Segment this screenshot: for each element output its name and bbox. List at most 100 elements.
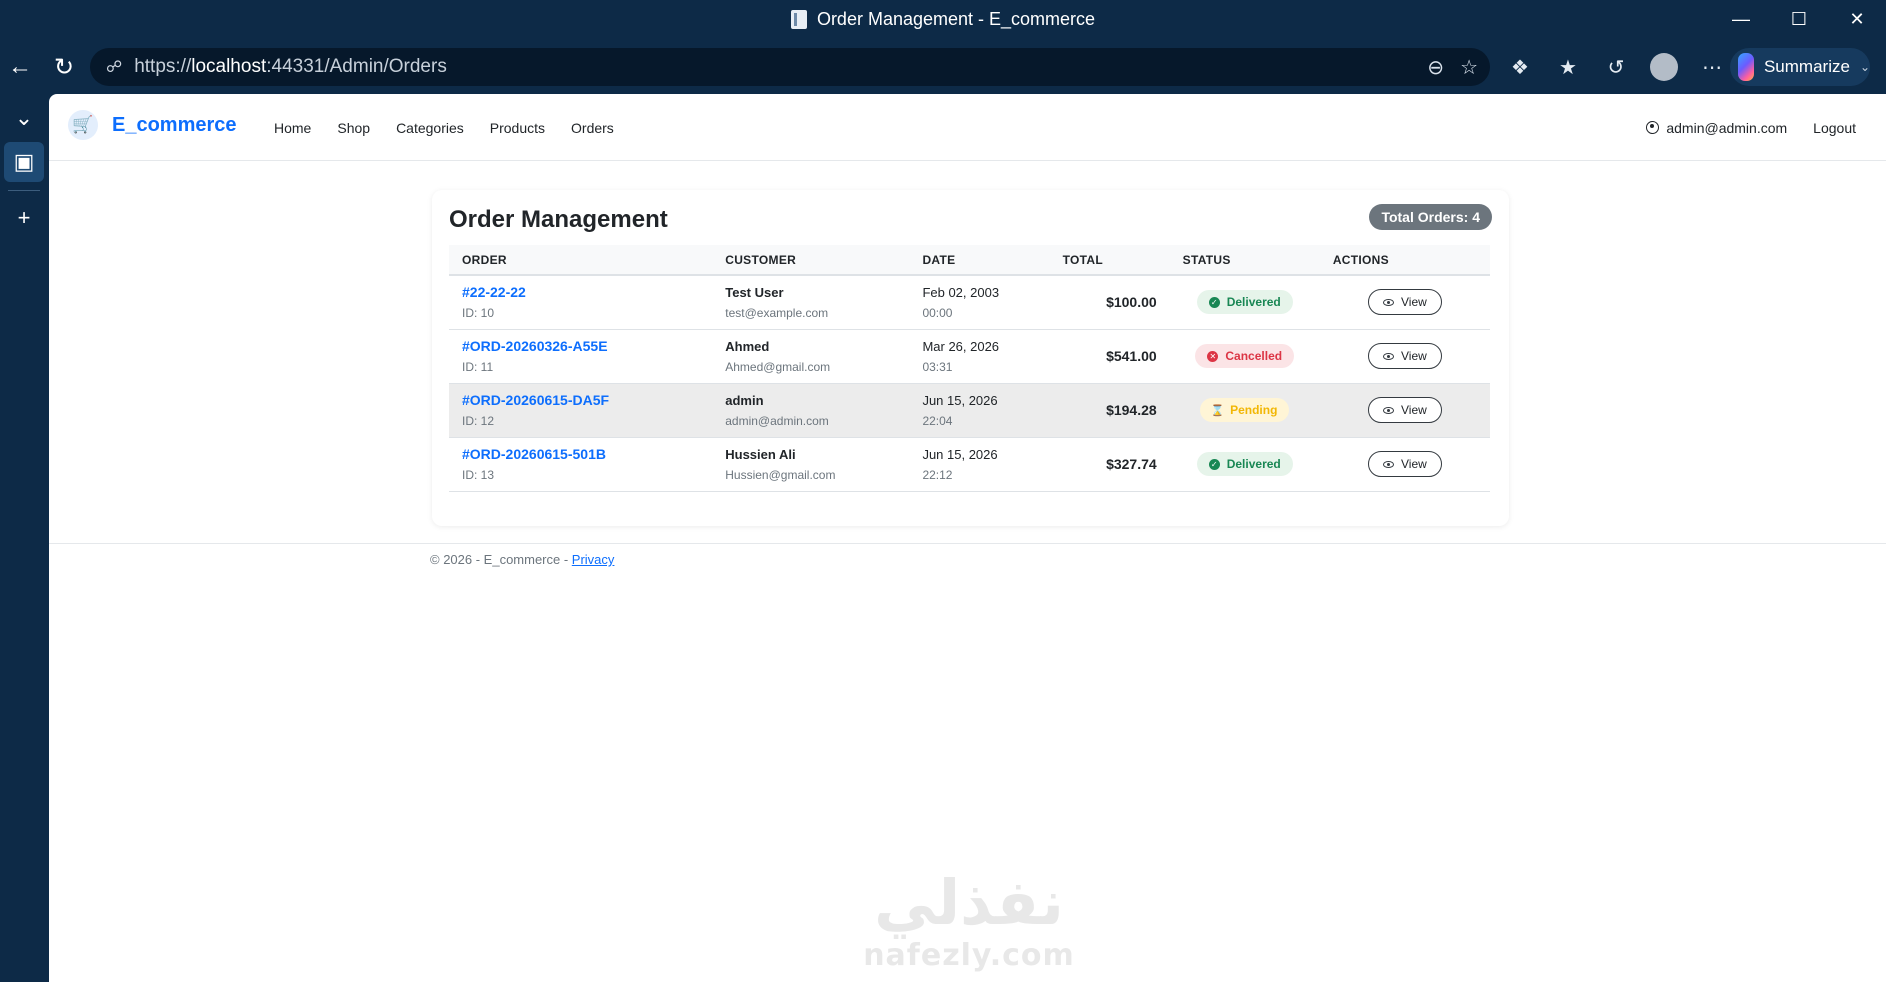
order-id: ID: 10	[462, 306, 495, 321]
order-date: Jun 15, 2026	[922, 446, 998, 462]
table-row: #ORD-20260615-501B ID: 13 Hussien Ali Huss…	[449, 437, 1490, 492]
brand-link[interactable]: 🛒 E_commerce	[68, 110, 237, 140]
more-icon[interactable]: ⋯	[1692, 47, 1732, 87]
nav-shop[interactable]: Shop	[337, 120, 370, 136]
nav-products[interactable]: Products	[490, 120, 545, 136]
new-tab-icon[interactable]: +	[4, 198, 44, 238]
view-button[interactable]: View	[1368, 397, 1442, 423]
order-number-link[interactable]: #ORD-20260615-501B	[462, 446, 699, 462]
nav-orders[interactable]: Orders	[571, 120, 614, 136]
vertical-tabs-rail: ⌄ ▣ +	[0, 94, 48, 982]
page-viewport: 🛒 E_commerce Home Shop Categories Produc…	[49, 94, 1886, 982]
browser-tools: ❖ ★ ↺ ⋯	[1500, 44, 1732, 90]
order-time: 00:00	[922, 305, 953, 320]
order-id: ID: 13	[462, 468, 495, 482]
column-header-total: TOTAL	[1049, 245, 1170, 276]
check-circle-icon: ✓	[1208, 296, 1220, 308]
column-header-date: DATE	[909, 245, 1050, 276]
copilot-icon	[1738, 53, 1754, 81]
user-email[interactable]: admin@admin.com	[1666, 120, 1787, 136]
customer-email: test@example.com	[725, 305, 829, 320]
watermark-site: nafezly.com	[863, 938, 1075, 973]
order-number-link[interactable]: #ORD-20260326-A55E	[462, 338, 699, 354]
url-text[interactable]: https://localhost:44331/Admin/Orders	[134, 56, 447, 78]
brand-name: E_commerce	[112, 113, 237, 136]
rail-divider	[8, 190, 40, 191]
eye-icon	[1383, 460, 1394, 468]
refresh-icon[interactable]: ↻	[44, 44, 84, 90]
total-orders-badge: Total Orders: 4	[1369, 204, 1492, 230]
column-header-status: STATUS	[1169, 245, 1320, 276]
customer-name: Test User	[725, 284, 784, 300]
zoom-out-icon[interactable]: ⊖	[1427, 55, 1444, 80]
tab-page-icon[interactable]: ▣	[4, 142, 44, 182]
order-number-link[interactable]: #22-22-22	[462, 284, 699, 300]
chevron-down-icon[interactable]: ⌄	[1860, 60, 1870, 74]
order-time: 03:31	[922, 359, 953, 374]
history-icon[interactable]: ↺	[1596, 47, 1636, 87]
footer-copyright: © 2026 - E_commerce -	[430, 552, 572, 567]
nav-home[interactable]: Home	[274, 120, 311, 136]
view-button[interactable]: View	[1368, 289, 1442, 316]
order-time: 22:12	[922, 467, 953, 482]
column-header-actions: ACTIONS	[1319, 245, 1490, 276]
star-icon[interactable]: ☆	[1460, 55, 1478, 80]
page-footer: © 2026 - E_commerce - Privacy	[430, 552, 614, 567]
footer-divider	[49, 543, 1886, 544]
eye-icon	[1383, 352, 1394, 360]
summarize-button[interactable]: Summarize ⌄	[1730, 48, 1870, 86]
address-toolbar: ← ↻ ☍ https://localhost:44331/Admin/Orde…	[0, 44, 1886, 90]
minimize-icon[interactable]: —	[1712, 0, 1770, 38]
order-total: $194.28	[1106, 402, 1157, 418]
customer-email: admin@admin.com	[725, 413, 829, 428]
eye-icon	[1383, 298, 1394, 306]
status-badge: ✕ Cancelled	[1195, 344, 1295, 368]
customer-name: admin	[725, 392, 764, 408]
table-row: #ORD-20260615-DA5F ID: 12 admin admin@admi…	[449, 383, 1490, 438]
collapse-tabs-icon[interactable]: ⌄	[4, 98, 44, 138]
customer-email: Hussien@gmail.com	[725, 467, 836, 482]
privacy-link[interactable]: Privacy	[572, 552, 615, 567]
order-date: Mar 26, 2026	[922, 338, 1000, 354]
eye-icon	[1383, 406, 1394, 414]
nav-user-area: admin@admin.com Logout	[1646, 94, 1856, 161]
profile-button[interactable]	[1644, 47, 1684, 87]
close-icon[interactable]: ✕	[1828, 0, 1886, 38]
status-badge: ✓ Delivered	[1196, 290, 1293, 315]
customer-email: Ahmed@gmail.com	[725, 359, 831, 374]
x-circle-icon: ✕	[1207, 350, 1219, 362]
order-date: Feb 02, 2003	[922, 284, 1000, 300]
column-header-order: ORDER	[449, 245, 713, 276]
table-row: #22-22-22 ID: 10 Test User test@example.co…	[449, 275, 1490, 330]
maximize-icon[interactable]: ☐	[1770, 0, 1828, 38]
view-button[interactable]: View	[1368, 451, 1442, 477]
orders-card: Order Management Total Orders: 4 ORDER C…	[432, 190, 1509, 526]
nav-links: Home Shop Categories Products Orders	[274, 94, 640, 161]
back-arrow-icon[interactable]: ←	[0, 44, 40, 90]
orders-table: ORDER CUSTOMER DATE TOTAL STATUS ACTIONS…	[449, 245, 1490, 492]
nav-categories[interactable]: Categories	[396, 120, 464, 136]
order-id: ID: 12	[462, 414, 495, 428]
window-title: Order Management - E_commerce	[816, 8, 1096, 29]
avatar	[1650, 53, 1678, 81]
page-icon	[790, 9, 807, 29]
order-total: $327.74	[1106, 456, 1157, 472]
status-badge: ⌛ Pending	[1200, 398, 1290, 422]
puzzle-icon[interactable]: ❖	[1500, 47, 1540, 87]
logout-link[interactable]: Logout	[1813, 120, 1856, 136]
cart-icon: 🛒	[68, 110, 98, 140]
site-navbar: 🛒 E_commerce Home Shop Categories Produc…	[49, 94, 1886, 161]
customer-name: Ahmed	[725, 338, 770, 354]
lock-icon[interactable]: ☍	[106, 57, 122, 77]
status-badge: ✓ Delivered	[1196, 452, 1293, 476]
view-button[interactable]: View	[1368, 343, 1442, 369]
table-header-row: ORDER CUSTOMER DATE TOTAL STATUS ACTIONS	[449, 245, 1490, 276]
order-number-link[interactable]: #ORD-20260615-DA5F	[462, 392, 699, 408]
order-total: $541.00	[1106, 348, 1157, 364]
address-bar[interactable]: ☍ https://localhost:44331/Admin/Orders ⊖…	[90, 48, 1490, 86]
order-total: $100.00	[1106, 294, 1157, 311]
user-circle-icon	[1646, 121, 1660, 134]
favorites-icon[interactable]: ★	[1548, 47, 1588, 87]
order-date: Jun 15, 2026	[922, 392, 998, 408]
column-header-customer: CUSTOMER	[712, 245, 910, 276]
